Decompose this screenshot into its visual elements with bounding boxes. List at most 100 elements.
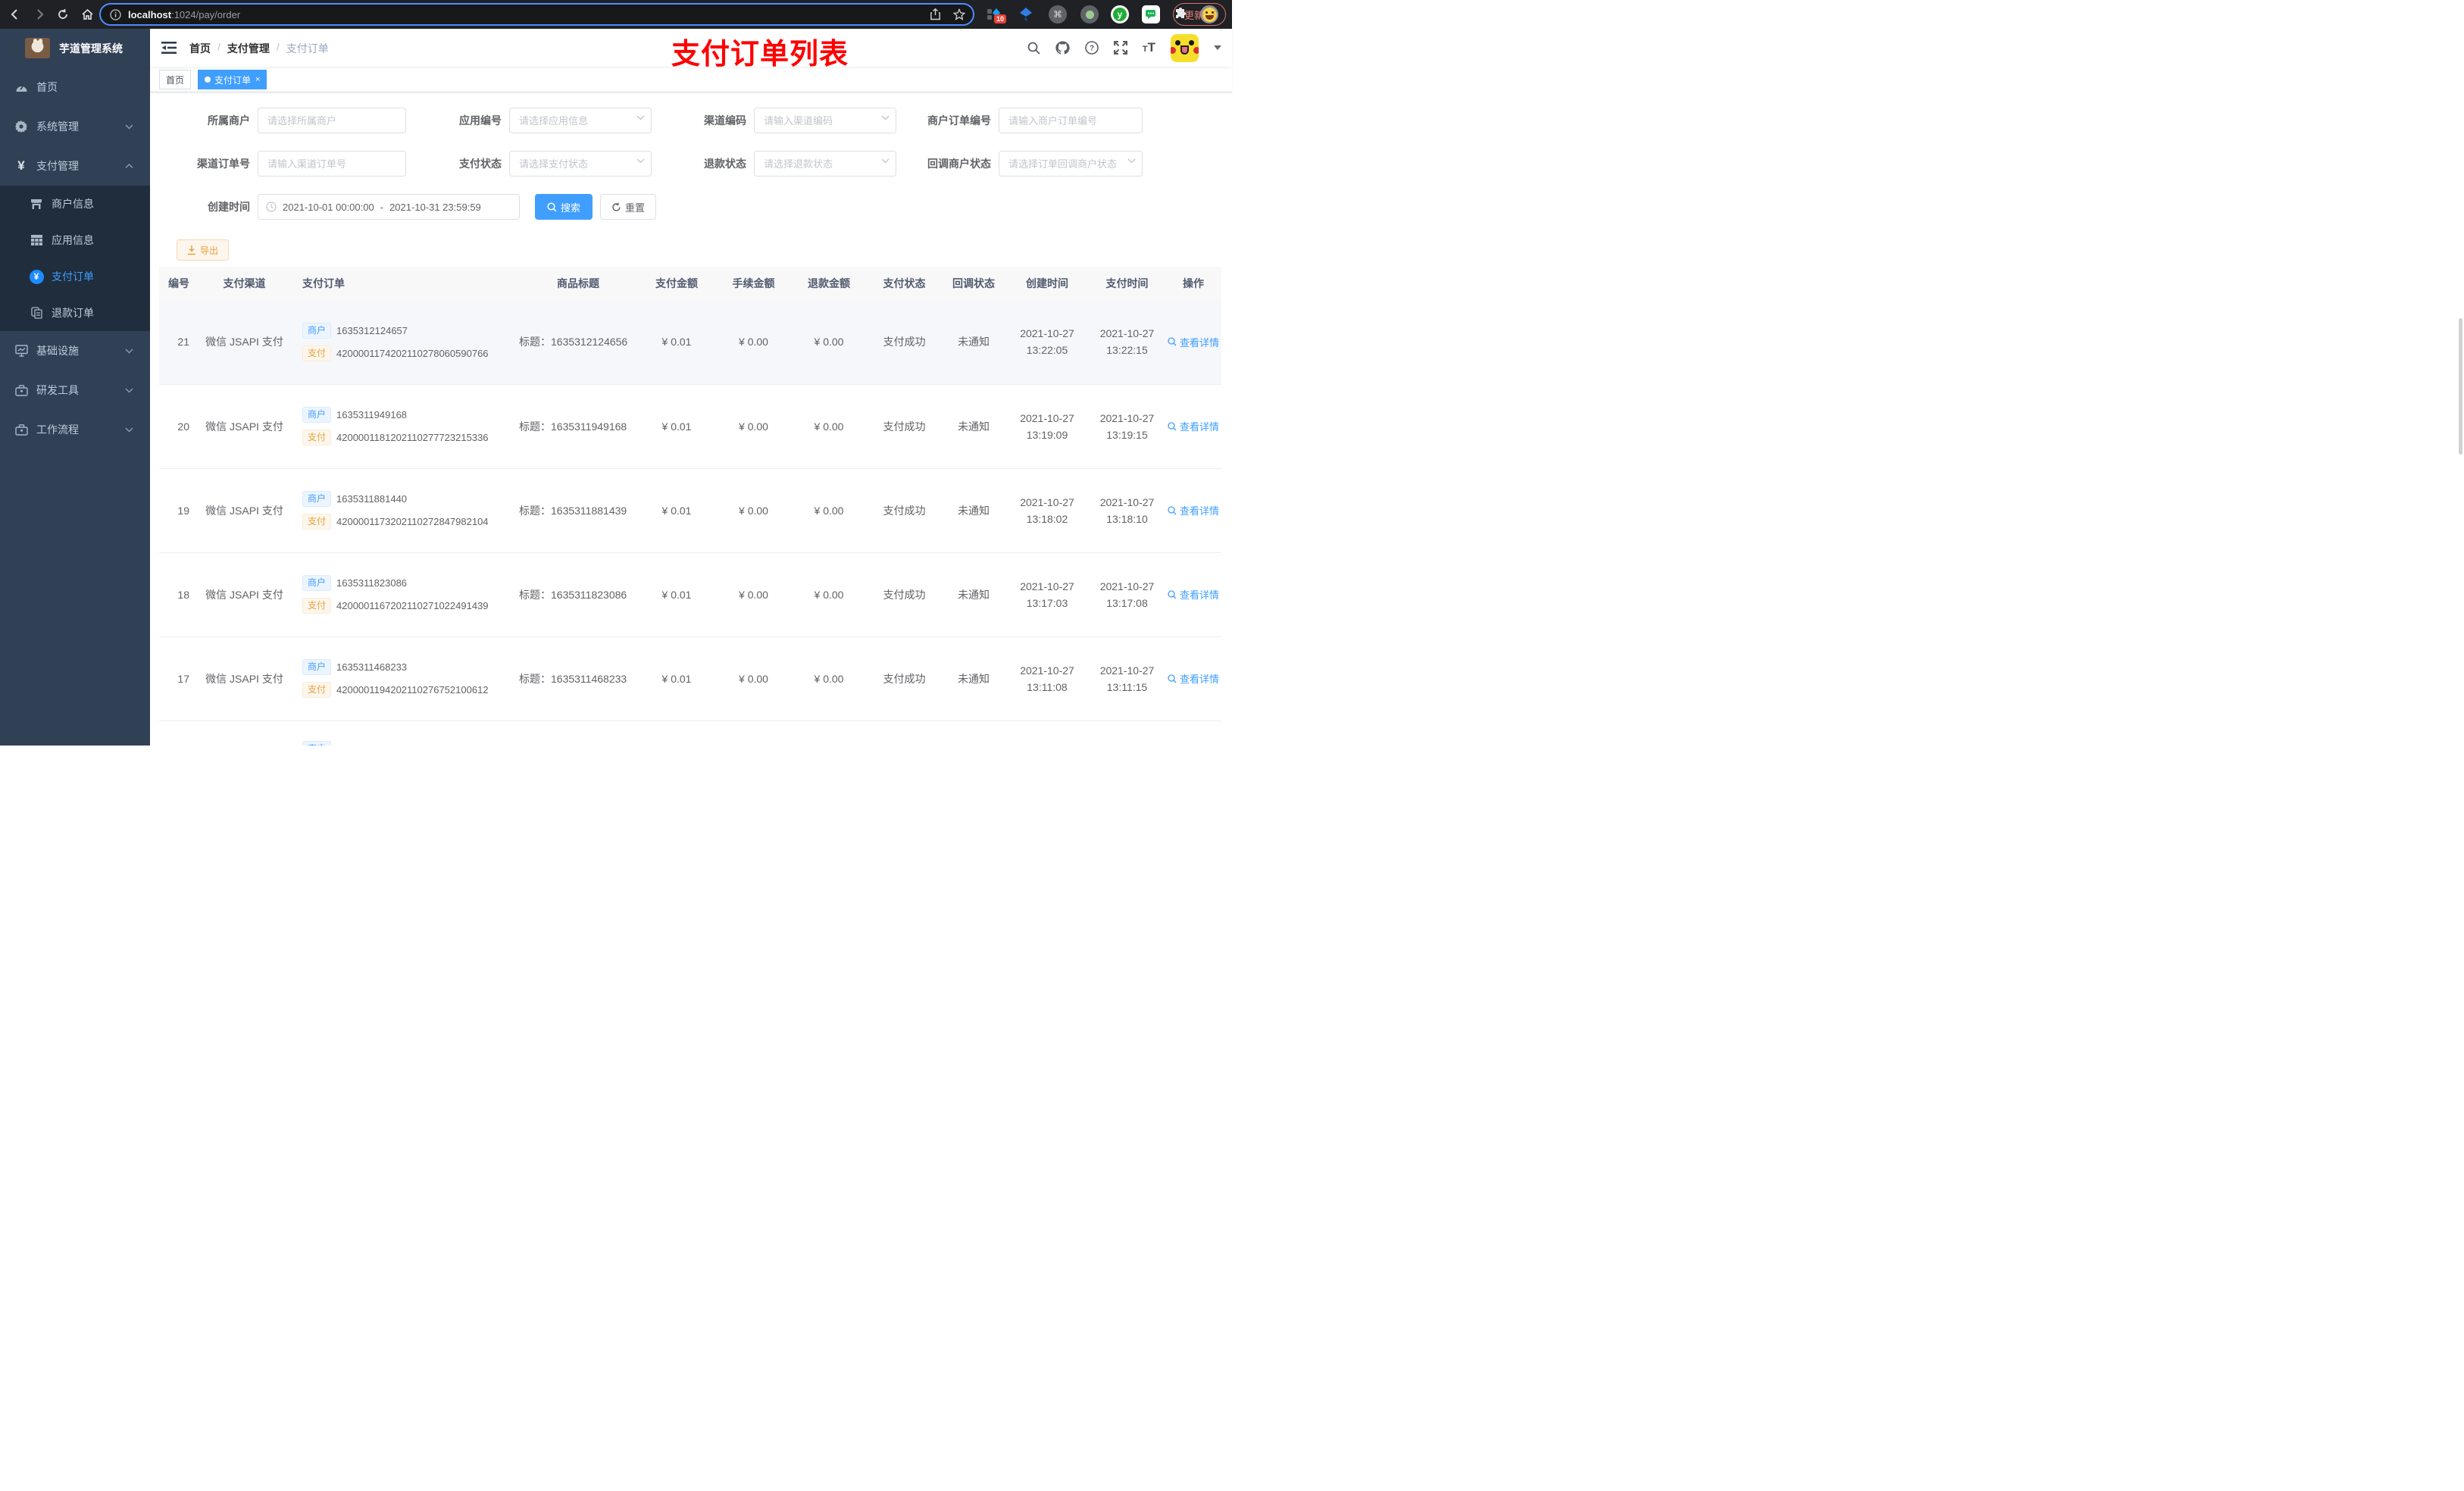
share-icon[interactable] xyxy=(930,8,941,20)
date-end-value[interactable]: 2021-10-31 23:59:59 xyxy=(389,202,481,213)
export-button[interactable]: 导出 xyxy=(177,239,230,261)
extension-y-icon[interactable]: y xyxy=(1111,5,1129,23)
app-logo[interactable]: 芋道管理系统 xyxy=(0,29,150,67)
sidebar-item-home[interactable]: 首页 xyxy=(0,67,150,107)
sidebar-item-workflow[interactable]: 工作流程 xyxy=(0,410,150,449)
fullscreen-icon[interactable] xyxy=(1113,41,1127,55)
extension-blue-diamond-icon[interactable]: 10 xyxy=(985,5,1007,23)
sidebar-item-label: 退款订单 xyxy=(52,307,94,319)
breadcrumb-pay[interactable]: 支付管理 xyxy=(227,41,270,56)
pay-status-filter-select[interactable] xyxy=(509,151,652,177)
browser-menu-icon[interactable]: ⋮ xyxy=(1210,10,1219,19)
channel-order-filter-field[interactable] xyxy=(258,151,406,177)
sidebar-item-pay-order[interactable]: ¥ 支付订单 xyxy=(0,258,150,295)
channel-code-filter-input[interactable] xyxy=(754,108,896,133)
merchant-order-filter-input[interactable] xyxy=(999,108,1143,133)
orders-table: 编号 支付渠道 支付订单 商品标题 支付金额 手续金额 退款金额 支付状态 回调… xyxy=(159,267,1221,746)
sidebar-item-system[interactable]: 系统管理 xyxy=(0,107,150,146)
extension-dot-icon[interactable] xyxy=(1080,5,1099,23)
table-row-partial[interactable]: 商户 1635311351736 xyxy=(159,720,1221,746)
browser-back-icon[interactable] xyxy=(6,5,24,23)
col-status: 支付状态 xyxy=(867,267,942,300)
merchant-filter-input[interactable] xyxy=(258,108,406,133)
extension-kite-icon[interactable] xyxy=(1017,5,1035,23)
channel-code-filter-label: 渠道编码 xyxy=(704,114,746,127)
site-info-icon[interactable] xyxy=(110,8,121,20)
row-refund: ¥ 0.00 xyxy=(791,468,867,553)
sidebar-collapse-icon[interactable] xyxy=(161,39,177,56)
help-icon[interactable]: ? xyxy=(1085,41,1099,55)
col-refund: 退款金额 xyxy=(791,267,867,300)
refund-status-filter-select[interactable] xyxy=(754,151,896,177)
sidebar-item-devtools[interactable]: 研发工具 xyxy=(0,370,150,410)
row-fee: ¥ 0.00 xyxy=(716,552,791,637)
channel-code-filter-select[interactable] xyxy=(754,108,896,133)
close-icon[interactable]: × xyxy=(255,75,260,84)
bookmark-star-icon[interactable] xyxy=(953,8,965,20)
tab-home[interactable]: 首页 xyxy=(159,70,192,89)
chevron-up-icon xyxy=(125,163,133,169)
browser-home-icon[interactable] xyxy=(78,5,96,23)
pay-status-filter-input[interactable] xyxy=(509,151,652,177)
merchant-order-filter-field[interactable] xyxy=(999,108,1143,133)
page-scrollbar[interactable] xyxy=(2459,318,2462,455)
sidebar-item-merchant-info[interactable]: 商户信息 xyxy=(0,186,150,222)
font-size-icon[interactable]: TT xyxy=(1143,40,1155,55)
channel-order-filter-input[interactable] xyxy=(258,151,406,177)
table-row[interactable]: 21 微信 JSAPI 支付 商户 1635312124657 支付 4200001… xyxy=(159,300,1221,385)
table-row[interactable]: 20 微信 JSAPI 支付 商户 1635311949168 支付 4200001… xyxy=(159,384,1221,469)
search-button[interactable]: 搜索 xyxy=(535,194,593,220)
merchant-filter-select[interactable] xyxy=(258,108,406,133)
sidebar-item-label: 工作流程 xyxy=(36,424,79,436)
refund-status-filter-input[interactable] xyxy=(754,151,896,177)
col-amount: 支付金额 xyxy=(637,267,716,300)
col-created: 创建时间 xyxy=(1005,267,1089,300)
date-start-value[interactable]: 2021-10-01 00:00:00 xyxy=(283,202,374,213)
breadcrumb-home[interactable]: 首页 xyxy=(189,41,211,56)
app-filter-input[interactable] xyxy=(509,108,652,133)
page-title-annotation: 支付订单列表 xyxy=(671,39,849,70)
row-amount: ¥ 0.01 xyxy=(637,468,716,553)
sidebar-item-infra[interactable]: 基础设施 xyxy=(0,331,150,370)
breadcrumb-separator: / xyxy=(217,41,220,53)
sidebar-item-pay[interactable]: ¥ 支付管理 xyxy=(0,146,150,186)
reset-button-label: 重置 xyxy=(624,202,645,214)
reset-button[interactable]: 重置 xyxy=(600,194,656,220)
table-row[interactable]: 17 微信 JSAPI 支付 商户 1635311468233 支付 4200001… xyxy=(159,636,1221,721)
merchant-tag: 商户 xyxy=(302,322,332,339)
view-detail-link[interactable]: 查看详情 xyxy=(1168,419,1219,433)
sidebar-item-label: 商户信息 xyxy=(52,198,94,210)
tab-pay-order[interactable]: 支付订单 × xyxy=(198,70,267,89)
sidebar-item-refund-order[interactable]: 退款订单 xyxy=(0,295,150,331)
view-detail-link[interactable]: 查看详情 xyxy=(1168,335,1219,349)
merchant-tag: 商户 xyxy=(302,407,332,423)
extension-command-icon[interactable]: ⌘ xyxy=(1049,5,1067,23)
merchant-order-no: 1635311351736 xyxy=(336,743,407,746)
sidebar-item-app-info[interactable]: 应用信息 xyxy=(0,222,150,258)
sidebar-item-label: 首页 xyxy=(36,81,58,93)
caret-down-icon[interactable] xyxy=(1214,45,1221,54)
view-detail-link[interactable]: 查看详情 xyxy=(1168,671,1219,686)
user-avatar[interactable] xyxy=(1171,33,1199,62)
callback-status-filter-select[interactable] xyxy=(999,151,1143,177)
callback-status-filter-input[interactable] xyxy=(999,151,1143,177)
table-row[interactable]: 19 微信 JSAPI 支付 商户 1635311881440 支付 4200001… xyxy=(159,468,1221,553)
pay-status-filter-label: 支付状态 xyxy=(459,158,502,170)
extension-badge: 10 xyxy=(994,14,1007,23)
row-title: 标题：1635312124656 xyxy=(519,300,637,385)
address-bar[interactable]: localhost:1024/pay/order xyxy=(99,3,974,26)
extension-chat-icon[interactable] xyxy=(1142,5,1160,23)
date-range-picker[interactable]: 2021-10-01 00:00:00 - 2021-10-31 23:59:5… xyxy=(258,194,520,220)
table-row[interactable]: 18 微信 JSAPI 支付 商户 1635311823086 支付 4200001… xyxy=(159,552,1221,637)
github-icon[interactable] xyxy=(1055,41,1070,55)
search-icon[interactable] xyxy=(1027,42,1040,55)
row-status: 支付成功 xyxy=(867,636,942,721)
app-filter-select[interactable] xyxy=(509,108,652,133)
col-fee: 手续金额 xyxy=(716,267,791,300)
view-detail-link[interactable]: 查看详情 xyxy=(1168,503,1219,517)
view-detail-link[interactable]: 查看详情 xyxy=(1168,587,1219,602)
browser-update-button[interactable]: 更新 ⋮ xyxy=(1172,3,1226,26)
browser-reload-icon[interactable] xyxy=(54,5,72,23)
browser-forward-icon[interactable] xyxy=(30,5,48,23)
chevron-down-icon xyxy=(125,349,133,354)
